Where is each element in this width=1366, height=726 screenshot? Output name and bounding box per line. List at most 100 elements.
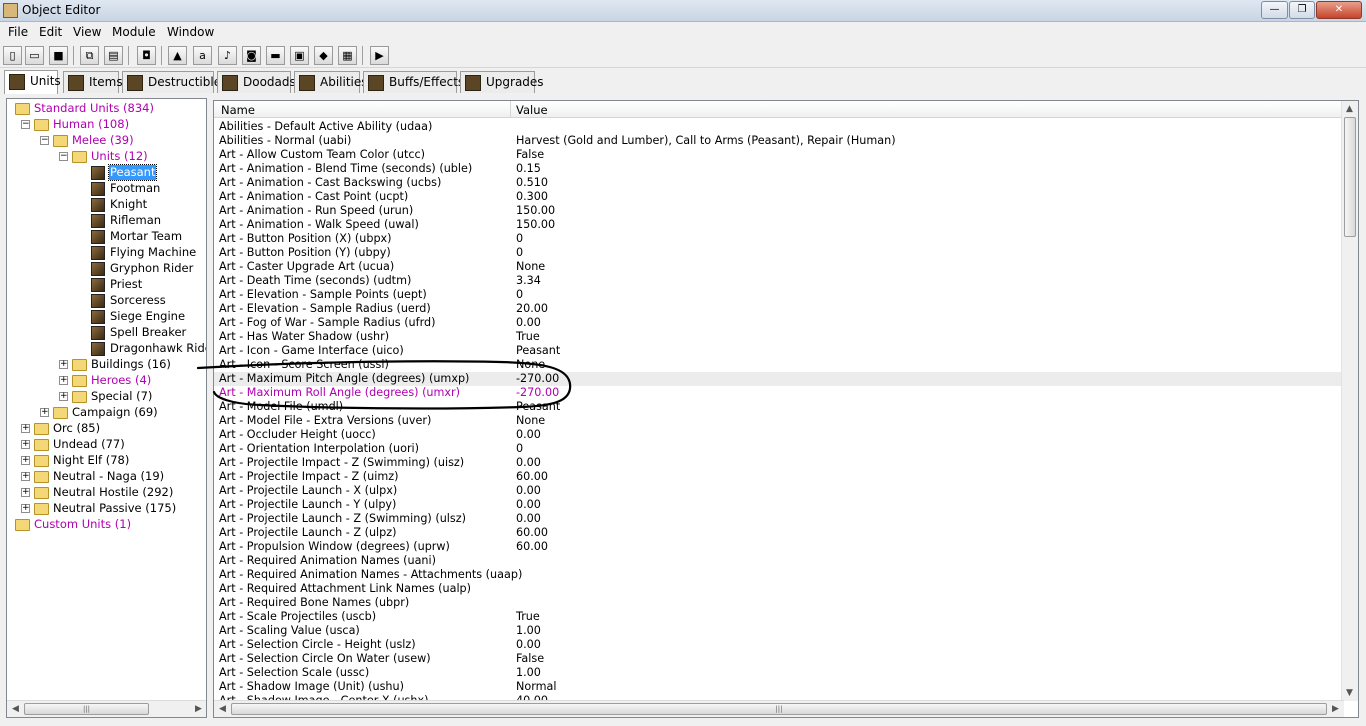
table-row[interactable]: Art - Projectile Launch - Z (ulpz) 60.00 <box>214 526 1342 540</box>
table-row[interactable]: Art - Scaling Value (usca) 1.00 <box>214 624 1342 638</box>
table-row[interactable]: Art - Animation - Cast Backswing (ucbs) 0… <box>214 176 1342 190</box>
field-value[interactable]: None <box>516 414 545 428</box>
menu-edit[interactable]: Edit <box>39 25 62 39</box>
save-icon[interactable]: ■ <box>49 46 68 65</box>
field-value[interactable]: 0.15 <box>516 162 541 176</box>
table-row[interactable]: Art - Required Animation Names - Attachm… <box>214 568 1342 582</box>
tree-folder-item[interactable]: Standard Units (834) <box>7 101 206 117</box>
grid-vertical-scrollbar[interactable]: ▲ ▼ <box>1341 101 1358 701</box>
tree-unit-item[interactable]: Siege Engine <box>7 309 206 325</box>
tab-items[interactable]: Items <box>63 71 123 93</box>
paste-icon[interactable]: ▤ <box>104 46 123 65</box>
field-value[interactable]: None <box>516 358 545 372</box>
column-divider[interactable] <box>510 101 511 118</box>
menu-module[interactable]: Module <box>112 25 156 39</box>
sound-icon[interactable]: ♪ <box>218 46 237 65</box>
field-value[interactable]: 150.00 <box>516 204 555 218</box>
field-value[interactable]: 60.00 <box>516 526 548 540</box>
table-row[interactable]: Art - Maximum Roll Angle (degrees) (umxr… <box>214 386 1342 400</box>
collapse-icon[interactable]: − <box>21 120 30 129</box>
field-value[interactable]: 3.34 <box>516 274 541 288</box>
expand-icon[interactable]: + <box>40 408 49 417</box>
expand-icon[interactable]: + <box>21 488 30 497</box>
expand-icon[interactable]: + <box>21 424 30 433</box>
tree-unit-item[interactable]: Sorceress <box>7 293 206 309</box>
table-row[interactable]: Art - Allow Custom Team Color (utcc) Fals… <box>214 148 1342 162</box>
expand-icon[interactable]: + <box>21 472 30 481</box>
scroll-up-arrow-icon[interactable]: ▲ <box>1346 104 1353 114</box>
tree-folder-item[interactable]: Custom Units (1) <box>7 517 206 533</box>
object-tree[interactable]: Standard Units (834) − Human (108) − Melee (… <box>6 98 207 718</box>
tree-unit-item[interactable]: Flying Machine <box>7 245 206 261</box>
table-row[interactable]: Art - Button Position (Y) (ubpy) 0 <box>214 246 1342 260</box>
field-value[interactable]: 0.00 <box>516 428 541 442</box>
table-row[interactable]: Art - Projectile Launch - Z (Swimming) (… <box>214 512 1342 526</box>
tree-folder-item[interactable]: + Night Elf (78) <box>7 453 206 469</box>
field-value[interactable]: None <box>516 260 545 274</box>
field-value[interactable]: 0.300 <box>516 190 548 204</box>
field-grid[interactable]: Name Value Abilities - Default Active Ab… <box>213 100 1359 718</box>
tree-folder-item[interactable]: + Neutral Passive (175) <box>7 501 206 517</box>
close-button[interactable]: ✕ <box>1316 1 1362 19</box>
field-value[interactable]: Peasant <box>516 400 560 414</box>
field-value[interactable]: 0.00 <box>516 498 541 512</box>
scroll-thumb[interactable]: ||| <box>231 703 1327 715</box>
field-value[interactable]: 1.00 <box>516 666 541 680</box>
field-value[interactable]: -270.00 <box>516 372 559 386</box>
field-value[interactable]: 20.00 <box>516 302 548 316</box>
tree-unit-item[interactable]: Gryphon Rider <box>7 261 206 277</box>
field-value[interactable]: True <box>516 610 540 624</box>
scroll-left-arrow-icon[interactable]: ◀ <box>12 704 19 714</box>
expand-icon[interactable]: + <box>59 376 68 385</box>
scroll-right-arrow-icon[interactable]: ▶ <box>1332 704 1339 714</box>
field-value[interactable]: 1.00 <box>516 624 541 638</box>
tree-folder-item[interactable]: + Undead (77) <box>7 437 206 453</box>
table-row[interactable]: Art - Animation - Blend Time (seconds) (… <box>214 162 1342 176</box>
table-row[interactable]: Art - Model File - Extra Versions (uver)… <box>214 414 1342 428</box>
field-value[interactable]: True <box>516 330 540 344</box>
table-row[interactable]: Art - Propulsion Window (degrees) (uprw)… <box>214 540 1342 554</box>
table-row[interactable]: Art - Icon - Score Screen (ussi) None <box>214 358 1342 372</box>
gold-icon[interactable]: a <box>193 46 212 65</box>
expand-icon[interactable]: + <box>59 360 68 369</box>
tree-unit-item[interactable]: Peasant <box>7 164 206 181</box>
field-value[interactable]: 0.00 <box>516 316 541 330</box>
expand-icon[interactable]: + <box>21 456 30 465</box>
field-value[interactable]: 0.00 <box>516 512 541 526</box>
tree-folder-item[interactable]: + Campaign (69) <box>7 405 206 421</box>
table-row[interactable]: Art - Required Bone Names (ubpr) <box>214 596 1342 610</box>
menu-window[interactable]: Window <box>167 25 214 39</box>
table-row[interactable]: Art - Icon - Game Interface (uico) Peasan… <box>214 344 1342 358</box>
terrain-icon[interactable]: ▲ <box>168 46 187 65</box>
tree-folder-item[interactable]: + Orc (85) <box>7 421 206 437</box>
tree-unit-item[interactable]: Footman <box>7 181 206 197</box>
new-icon[interactable]: ▯ <box>3 46 22 65</box>
table-row[interactable]: Art - Elevation - Sample Points (uept) 0 <box>214 288 1342 302</box>
field-value[interactable]: 150.00 <box>516 218 555 232</box>
table-row[interactable]: Art - Occluder Height (uocc) 0.00 <box>214 428 1342 442</box>
table-row[interactable]: Art - Has Water Shadow (ushr) True <box>214 330 1342 344</box>
campaign-icon[interactable]: ▦ <box>338 46 357 65</box>
title-bar[interactable]: Object Editor — ❐ ✕ <box>0 0 1366 22</box>
scroll-thumb[interactable] <box>1344 117 1356 237</box>
field-value[interactable]: False <box>516 148 544 162</box>
tree-unit-item[interactable]: Spell Breaker <box>7 325 206 341</box>
menu-view[interactable]: View <box>73 25 101 39</box>
tree-unit-item[interactable]: Priest <box>7 277 206 293</box>
table-row[interactable]: Art - Button Position (X) (ubpx) 0 <box>214 232 1342 246</box>
field-value[interactable]: 60.00 <box>516 470 548 484</box>
table-row[interactable]: Art - Animation - Cast Point (ucpt) 0.300 <box>214 190 1342 204</box>
field-value[interactable]: 60.00 <box>516 540 548 554</box>
tree-folder-item[interactable]: + Buildings (16) <box>7 357 206 373</box>
tab-abilities[interactable]: Abilities <box>294 71 368 93</box>
tree-horizontal-scrollbar[interactable]: ◀ ||| ▶ <box>7 700 206 717</box>
table-row[interactable]: Art - Shadow Image (Unit) (ushu) Normal <box>214 680 1342 694</box>
import-icon[interactable]: ▬ <box>266 46 285 65</box>
table-row[interactable]: Art - Selection Circle - Height (uslz) 0.… <box>214 638 1342 652</box>
field-value[interactable]: 0 <box>516 232 523 246</box>
tab-buffs-effects[interactable]: Buffs/Effects <box>363 71 464 93</box>
table-row[interactable]: Art - Required Attachment Link Names (ua… <box>214 582 1342 596</box>
expand-icon[interactable]: + <box>59 392 68 401</box>
tab-upgrades[interactable]: Upgrades <box>460 71 544 93</box>
table-row[interactable]: Art - Scale Projectiles (uscb) True <box>214 610 1342 624</box>
